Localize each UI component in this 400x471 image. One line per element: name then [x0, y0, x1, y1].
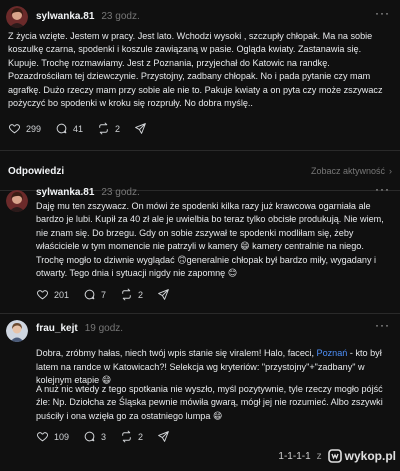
repost-icon	[99, 122, 108, 135]
post-main: sylwanka.81 23 godz. ··· Z życia wzięte.…	[0, 0, 400, 160]
more-options-icon[interactable]: ···	[375, 318, 390, 332]
like-button[interactable]: 201	[36, 288, 69, 301]
share-button[interactable]	[157, 288, 170, 301]
replies-header: Odpowiedzi Zobacz aktywność ›	[8, 163, 392, 179]
post-text-part1: Dobra, zróbmy hałas, niech twój wpis sta…	[36, 348, 317, 359]
divider	[0, 150, 400, 151]
post-time[interactable]: 23 godz.	[101, 187, 139, 198]
post-actions: 201 7 2	[36, 288, 184, 301]
like-button[interactable]: 109	[36, 430, 69, 443]
repost-button[interactable]: 2	[97, 122, 120, 135]
author-avatar[interactable]	[6, 320, 28, 342]
comment-icon	[84, 431, 95, 442]
replies-title: Odpowiedzi	[8, 165, 65, 177]
repost-icon	[122, 288, 131, 301]
hashtag-link[interactable]: Poznań	[317, 348, 348, 358]
author-name[interactable]: sylwanka.81	[36, 187, 94, 198]
chevron-right-icon: ›	[389, 166, 392, 176]
watermark-numbers: 1-1-1-1	[278, 450, 311, 462]
share-button[interactable]	[134, 122, 147, 135]
comment-count: 7	[101, 289, 107, 300]
post-actions: 109 3 2	[36, 430, 184, 443]
post-header: sylwanka.81 23 godz.	[36, 184, 140, 200]
comment-count: 3	[101, 431, 107, 442]
heart-icon	[37, 432, 48, 442]
wykop-brand: wykop.pl	[344, 449, 396, 463]
like-count: 201	[54, 289, 70, 300]
post-text: Daję mu ten zszywacz. On mówi że spodenk…	[36, 201, 384, 279]
watermark-letter: z	[316, 450, 322, 462]
more-options-icon[interactable]: ···	[375, 6, 390, 20]
like-count: 109	[54, 431, 70, 442]
repost-count: 2	[115, 123, 121, 134]
repost-button[interactable]: 2	[120, 288, 143, 301]
view-activity-label: Zobacz aktywność	[310, 166, 385, 176]
share-icon	[158, 431, 169, 442]
share-button[interactable]	[157, 430, 170, 443]
author-name[interactable]: frau_kejt	[36, 323, 78, 334]
author-avatar[interactable]	[6, 6, 28, 28]
author-avatar[interactable]	[6, 190, 28, 212]
reply-post: frau_kejt 19 godz. ··· Dobra, zróbmy hał…	[0, 318, 400, 443]
comment-button[interactable]: 41	[55, 122, 83, 135]
post-text-second: A nuż nic wtedy z tego spotkania nie wys…	[36, 384, 383, 421]
comment-button[interactable]: 7	[83, 288, 106, 301]
post-actions: 299 41 2	[8, 122, 161, 135]
heart-icon	[9, 124, 20, 134]
heart-icon	[37, 290, 48, 300]
repost-icon	[122, 430, 131, 443]
author-name[interactable]: sylwanka.81	[36, 11, 94, 22]
post-text: Z życia wzięte. Jestem w pracy. Jest lat…	[8, 31, 383, 109]
more-options-icon[interactable]: ···	[375, 182, 390, 196]
watermark: 1-1-1-1 z wykop.pl	[278, 445, 396, 467]
repost-button[interactable]: 2	[120, 430, 143, 443]
post-time[interactable]: 19 godz.	[85, 323, 123, 334]
repost-count: 2	[138, 289, 144, 300]
wykop-logo-icon	[327, 449, 342, 463]
divider	[0, 313, 400, 314]
view-activity-link[interactable]: Zobacz aktywność ›	[311, 166, 392, 176]
comment-count: 41	[73, 123, 84, 134]
wykop-logo: wykop.pl	[327, 449, 396, 463]
like-button[interactable]: 299	[8, 122, 41, 135]
share-icon	[135, 123, 146, 134]
comment-icon	[84, 289, 95, 300]
reply-post: sylwanka.81 23 godz. ··· Daję mu ten zsz…	[0, 182, 400, 310]
share-icon	[158, 289, 169, 300]
post-time[interactable]: 23 godz.	[101, 11, 139, 22]
comment-icon	[56, 123, 67, 134]
repost-count: 2	[138, 431, 144, 442]
post-text: Dobra, zróbmy hałas, niech twój wpis sta…	[36, 334, 386, 388]
like-count: 299	[26, 123, 42, 134]
post-header: sylwanka.81 23 godz.	[36, 8, 140, 24]
comment-button[interactable]: 3	[83, 430, 106, 443]
